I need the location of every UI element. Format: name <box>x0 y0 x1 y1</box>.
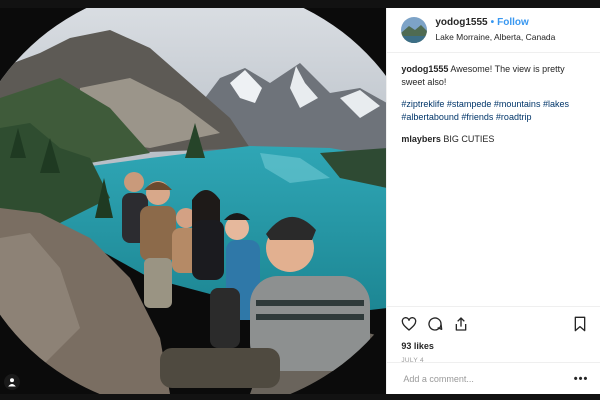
comment-username[interactable]: mlaybers <box>401 134 441 144</box>
comments-list: yodog1555 Awesome! The view is pretty sw… <box>387 53 600 146</box>
post-details-panel: yodog1555 • Follow Lake Morraine, Alberta,… <box>386 8 600 394</box>
bookmark-icon[interactable] <box>572 316 588 332</box>
location-link[interactable]: Lake Morraine, Alberta, Canada <box>435 30 555 44</box>
lake-group-selfie-image <box>0 8 387 394</box>
post-modal: yodog1555 • Follow Lake Morraine, Alberta,… <box>0 8 600 394</box>
add-comment-bar: ••• <box>387 362 600 394</box>
post-actions: 93 likes JULY 4 <box>387 306 600 364</box>
heart-icon[interactable] <box>401 316 417 332</box>
post-photo[interactable] <box>0 8 387 394</box>
caption: yodog1555 Awesome! The view is pretty sw… <box>401 63 588 89</box>
separator-dot: • <box>490 17 495 28</box>
follow-button[interactable]: Follow <box>497 17 529 28</box>
add-comment-input[interactable] <box>401 372 574 385</box>
caption-hashtags[interactable]: #ziptreklife #stampede #mountains #lakes… <box>401 98 588 124</box>
likes-count[interactable]: 93 likes <box>401 341 588 351</box>
person-icon[interactable] <box>4 374 20 390</box>
username-link[interactable]: yodog1555 <box>435 17 487 28</box>
speech-bubble-icon[interactable] <box>427 316 443 332</box>
post-header: yodog1555 • Follow Lake Morraine, Alberta,… <box>387 8 600 53</box>
caption-username[interactable]: yodog1555 <box>401 64 448 74</box>
share-icon[interactable] <box>453 316 469 332</box>
comment-item: mlaybers BIG CUTIES <box>401 133 588 146</box>
avatar[interactable] <box>401 17 428 43</box>
more-options-icon[interactable]: ••• <box>574 373 589 385</box>
comment-text: BIG CUTIES <box>443 134 495 144</box>
